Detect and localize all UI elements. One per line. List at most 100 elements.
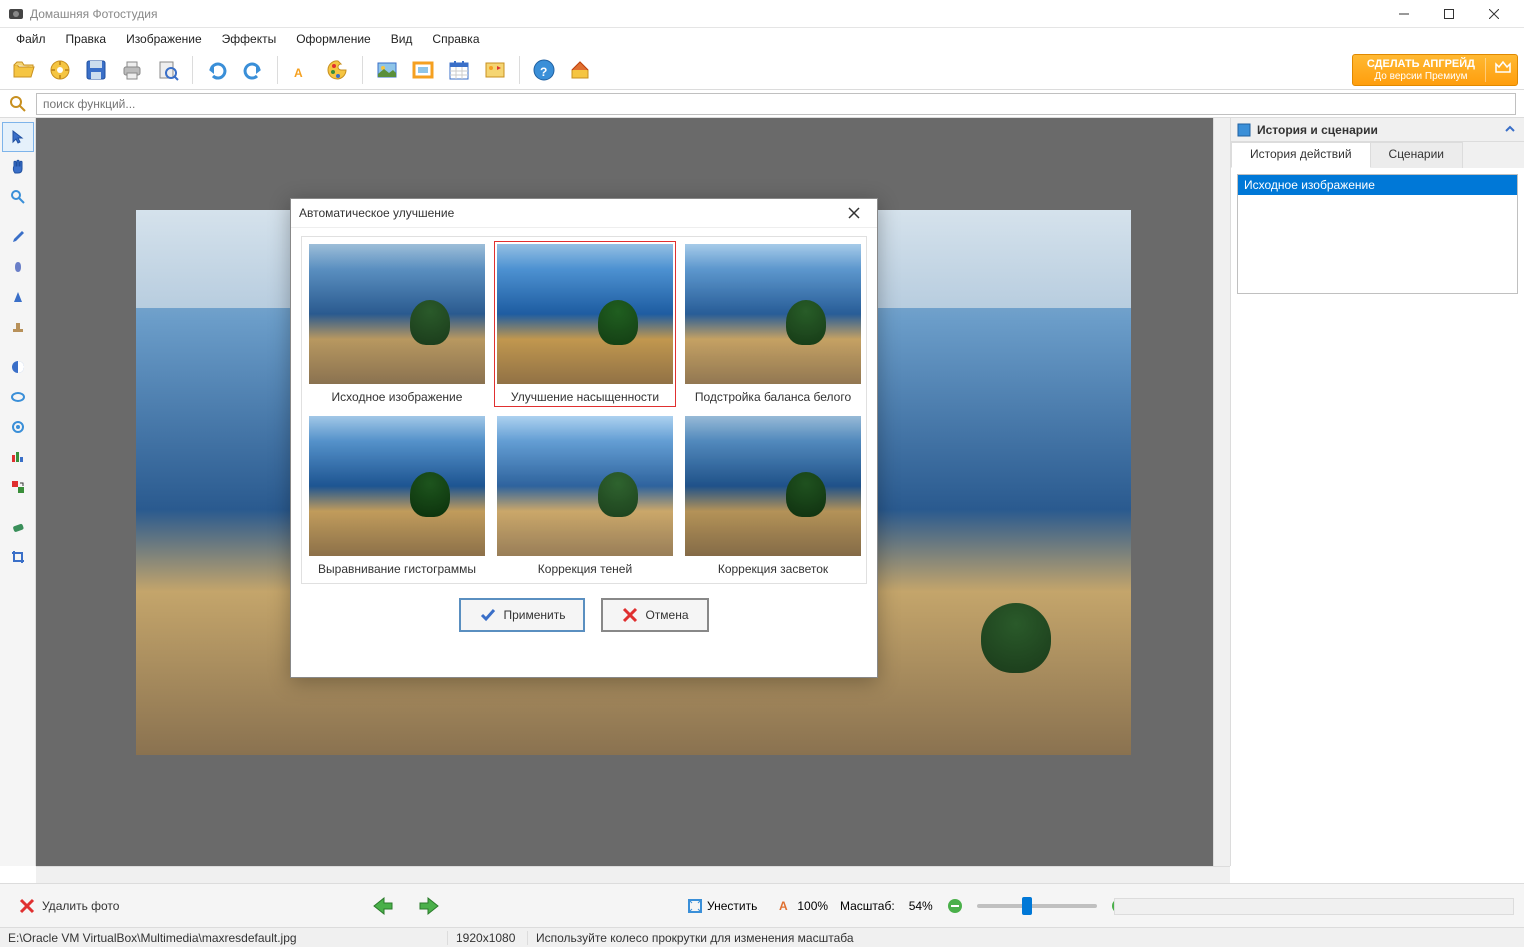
delete-icon bbox=[18, 897, 36, 915]
zoom-tool-icon[interactable] bbox=[2, 182, 34, 212]
tab-scenarios[interactable]: Сценарии bbox=[1370, 142, 1463, 168]
thumb-option[interactable]: Выравнивание гистограммы bbox=[306, 413, 488, 579]
vertical-scrollbar[interactable] bbox=[1213, 118, 1230, 866]
window-controls bbox=[1381, 0, 1516, 28]
preview-icon[interactable] bbox=[152, 54, 184, 86]
history-item[interactable]: Исходное изображение bbox=[1238, 175, 1517, 195]
menubar: Файл Правка Изображение Эффекты Оформлен… bbox=[0, 28, 1524, 50]
auto-enhance-dialog: Автоматическое улучшение Исходное изобра… bbox=[290, 198, 878, 678]
eraser-tool-icon[interactable] bbox=[2, 512, 34, 542]
delete-label: Удалить фото bbox=[42, 899, 119, 913]
thumb-option[interactable]: Коррекция теней bbox=[494, 413, 676, 579]
search-icon[interactable] bbox=[4, 93, 32, 115]
upgrade-button[interactable]: СДЕЛАТЬ АПГРЕЙД До версии Премиум bbox=[1352, 54, 1518, 86]
hundred-label: 100% bbox=[797, 899, 828, 913]
brush-tool-icon[interactable] bbox=[2, 252, 34, 282]
swap-tool-icon[interactable] bbox=[2, 472, 34, 502]
image-icon[interactable] bbox=[371, 54, 403, 86]
dropper-tool-icon[interactable] bbox=[2, 222, 34, 252]
levels-tool-icon[interactable] bbox=[2, 442, 34, 472]
menu-help[interactable]: Справка bbox=[422, 30, 489, 48]
collapse-icon[interactable] bbox=[1504, 123, 1518, 137]
bottom-controls: Удалить фото Унестить A 100% Масштаб: 54… bbox=[0, 883, 1524, 927]
zoom-slider[interactable] bbox=[977, 904, 1097, 908]
upgrade-line2: До версии Премиум bbox=[1367, 71, 1475, 82]
delete-photo-button[interactable]: Удалить фото bbox=[10, 894, 127, 918]
scale-area: Масштаб: 54% bbox=[840, 898, 1127, 914]
thumb-label: Улучшение насыщенности bbox=[511, 390, 659, 404]
cancel-label: Отмена bbox=[645, 608, 688, 622]
thumb-image bbox=[497, 244, 673, 384]
panel-content: Исходное изображение bbox=[1231, 168, 1524, 866]
menu-image[interactable]: Изображение bbox=[116, 30, 212, 48]
menu-file[interactable]: Файл bbox=[6, 30, 56, 48]
stamp-tool-icon[interactable] bbox=[2, 312, 34, 342]
settings-icon[interactable] bbox=[44, 54, 76, 86]
bottom-scrollbar[interactable] bbox=[1114, 898, 1514, 915]
hundred-percent-button[interactable]: A 100% bbox=[772, 896, 835, 916]
undo-icon[interactable] bbox=[201, 54, 233, 86]
next-arrow-icon[interactable] bbox=[416, 895, 442, 917]
thumb-option[interactable]: Подстройка баланса белого bbox=[682, 241, 864, 407]
thumb-option[interactable]: Исходное изображение bbox=[306, 241, 488, 407]
menu-decoration[interactable]: Оформление bbox=[286, 30, 380, 48]
minimize-button[interactable] bbox=[1381, 0, 1426, 28]
svg-text:?: ? bbox=[540, 65, 547, 79]
cancel-button[interactable]: Отмена bbox=[601, 598, 708, 632]
dialog-body: Исходное изображение Улучшение насыщеннос… bbox=[291, 227, 877, 640]
thumb-label: Исходное изображение bbox=[332, 390, 463, 404]
blur-tool-icon[interactable] bbox=[2, 412, 34, 442]
history-list[interactable]: Исходное изображение bbox=[1237, 174, 1518, 294]
panel-header: История и сценарии bbox=[1231, 118, 1524, 142]
search-input[interactable] bbox=[36, 93, 1516, 115]
thumb-option[interactable]: Коррекция засветок bbox=[682, 413, 864, 579]
close-button[interactable] bbox=[1471, 0, 1516, 28]
dialog-titlebar[interactable]: Автоматическое улучшение bbox=[291, 199, 877, 227]
right-panel: История и сценарии История действий Сцен… bbox=[1230, 118, 1524, 866]
fit-controls: Унестить A 100% bbox=[680, 895, 835, 917]
fit-button[interactable]: Унестить bbox=[680, 895, 764, 917]
print-icon[interactable] bbox=[116, 54, 148, 86]
home-icon[interactable] bbox=[564, 54, 596, 86]
postcard-icon[interactable] bbox=[479, 54, 511, 86]
save-icon[interactable] bbox=[80, 54, 112, 86]
panel-title: История и сценарии bbox=[1257, 123, 1504, 137]
window-title: Домашняя Фотостудия bbox=[30, 7, 1381, 21]
clone-tool-icon[interactable] bbox=[2, 282, 34, 312]
thumb-option[interactable]: Улучшение насыщенности bbox=[494, 241, 676, 407]
prev-arrow-icon[interactable] bbox=[370, 895, 396, 917]
redo-icon[interactable] bbox=[237, 54, 269, 86]
thumb-image bbox=[685, 416, 861, 556]
dialog-close-button[interactable] bbox=[839, 201, 869, 225]
history-panel-icon bbox=[1237, 123, 1251, 137]
titlebar: Домашняя Фотостудия bbox=[0, 0, 1524, 28]
slider-thumb[interactable] bbox=[1022, 897, 1032, 915]
menu-edit[interactable]: Правка bbox=[56, 30, 117, 48]
nav-arrows bbox=[370, 895, 442, 917]
crop-tool-icon[interactable] bbox=[2, 542, 34, 572]
pointer-tool-icon[interactable] bbox=[2, 122, 34, 152]
text-icon[interactable]: A bbox=[286, 54, 318, 86]
check-icon bbox=[479, 606, 497, 624]
thumb-image bbox=[685, 244, 861, 384]
maximize-button[interactable] bbox=[1426, 0, 1471, 28]
open-icon[interactable] bbox=[8, 54, 40, 86]
frame-icon[interactable] bbox=[407, 54, 439, 86]
status-path: E:\Oracle VM VirtualBox\Multimedia\maxre… bbox=[0, 931, 448, 945]
apply-label: Применить bbox=[503, 608, 565, 622]
calendar-icon[interactable] bbox=[443, 54, 475, 86]
tab-history[interactable]: История действий bbox=[1231, 142, 1371, 168]
apply-button[interactable]: Применить bbox=[459, 598, 585, 632]
thumb-image bbox=[497, 416, 673, 556]
contrast-tool-icon[interactable] bbox=[2, 352, 34, 382]
hand-tool-icon[interactable] bbox=[2, 152, 34, 182]
tools-panel bbox=[0, 118, 36, 866]
menu-view[interactable]: Вид bbox=[381, 30, 423, 48]
zoom-out-icon[interactable] bbox=[947, 898, 963, 914]
help-icon[interactable]: ? bbox=[528, 54, 560, 86]
status-dimensions: 1920x1080 bbox=[448, 931, 528, 945]
sharpen-tool-icon[interactable] bbox=[2, 382, 34, 412]
menu-effects[interactable]: Эффекты bbox=[212, 30, 287, 48]
palette-icon[interactable] bbox=[322, 54, 354, 86]
horizontal-scrollbar[interactable] bbox=[36, 866, 1230, 883]
